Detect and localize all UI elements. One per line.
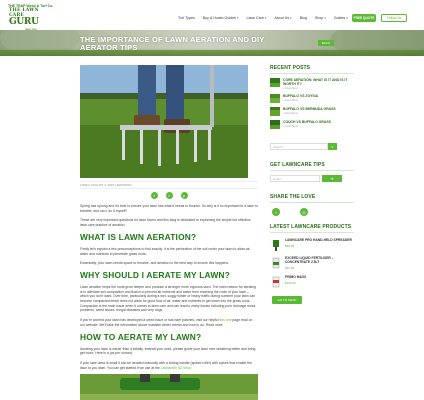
read-more-link[interactable]: » Read More	[283, 87, 354, 90]
page-title: THE IMPORTANCE OF LAWN AERATION AND DIY …	[80, 35, 265, 52]
product-item[interactable]: EXCEED LIQUID FERTILISER – CONCENTRATE 2…	[270, 256, 354, 270]
article-paragraph: Spring has sprung and it's time to ensur…	[80, 204, 258, 213]
hero-banner: THE IMPORTANCE OF LAWN AERATION AND DIY …	[0, 30, 424, 56]
search-icon[interactable]: ⌕	[328, 143, 337, 150]
article-paragraph: If you're worried your lawn has develope…	[80, 318, 253, 327]
product-thumbnail	[273, 240, 279, 251]
section-heading: WHY SHOULD I AERATE MY LAWN?	[80, 269, 230, 280]
nav-item-shop[interactable]: Shop▾	[315, 16, 326, 20]
article: LAWN | AUGUST 4, 2022 | AERATION f t p S…	[80, 65, 258, 400]
free-quote-button[interactable]: FREE QUOTE	[352, 14, 376, 22]
product-item[interactable]: PRIMO MAXX $169.00	[270, 275, 354, 288]
nav-item-guides[interactable]: Buy & Howto Guides▾	[203, 16, 239, 20]
arrow-right-icon: ➜	[330, 176, 334, 181]
logo-line-2: GURU	[9, 17, 39, 27]
divider	[270, 202, 354, 203]
divider	[270, 170, 354, 171]
article-link[interactable]: Lawnsmith NZ shop.	[161, 366, 192, 370]
newsletter-form: Email ➜	[270, 175, 354, 182]
post-thumbnail	[270, 120, 280, 129]
subscribe-button[interactable]: ➜	[322, 175, 342, 182]
chevron-down-icon: ▾	[290, 16, 292, 20]
article-second-image	[80, 374, 258, 400]
read-more-link[interactable]: » Read More	[283, 125, 331, 128]
follow-us-button[interactable]: Follow Us	[381, 14, 407, 22]
section-heading: HOW TO AERATE MY LAWN?	[80, 331, 202, 342]
chevron-down-icon: ▾	[346, 16, 348, 20]
social-links: f ◎	[270, 208, 354, 216]
article-paragraph: These are very important questions for l…	[80, 218, 251, 228]
divider	[270, 73, 354, 74]
section-heading: WHAT IS LAWN AERATION?	[80, 231, 197, 242]
main-nav: Turf Types Buy & Howto Guides▾ Lawn Care…	[178, 16, 348, 20]
divider	[270, 232, 354, 233]
chevron-down-icon: ▾	[264, 16, 267, 20]
recent-post-item[interactable]: CORE AERATION: WHAT IS IT AND IS IT WORT…	[270, 78, 354, 90]
post-thumbnail	[270, 78, 280, 87]
article-link[interactable]: this one	[220, 318, 232, 322]
product-item[interactable]: LAWNCARE PRO HAND-HELD SPREADER $39.95	[270, 238, 354, 251]
instagram-icon[interactable]: ◎	[300, 208, 308, 216]
nav-item-turf-types[interactable]: Turf Types	[178, 16, 195, 20]
article-paragraph: If your lawn area is small it can be aer…	[80, 360, 252, 370]
read-more-link[interactable]: » Read More	[283, 112, 336, 115]
product-thumbnail	[272, 257, 280, 269]
share-bar: f t p	[80, 192, 258, 199]
site-logo[interactable]: THE LAWN CARE GURU lawn tips	[9, 8, 53, 31]
post-thumbnail	[270, 94, 280, 103]
post-thumbnail	[270, 107, 280, 116]
article-paragraph: Lawn aeration helps the roots grow deepe…	[80, 284, 256, 313]
sidebar: RECENT POSTS CORE AERATION: WHAT IS IT A…	[270, 65, 354, 304]
pinterest-icon[interactable]: p	[180, 192, 188, 199]
product-price: $169.00	[285, 280, 296, 285]
go-to-shop-button[interactable]: GO TO SHOP	[272, 295, 302, 304]
read-more-link[interactable]: » Read More	[283, 99, 318, 102]
nav-item-lawn-care[interactable]: Lawn Care▾	[246, 16, 266, 20]
article-meta: LAWN | AUGUST 4, 2022 | AERATION	[80, 181, 258, 189]
product-price: $49.95	[285, 265, 295, 270]
nav-item-about[interactable]: About Us▾	[274, 16, 291, 20]
products-heading: LATEST LAWNCARE PRODUCTS	[270, 224, 352, 230]
recent-post-item[interactable]: BUFFALO VS BERMUDA GRASS» Read More	[270, 107, 354, 116]
chevron-down-icon: ▾	[324, 16, 326, 20]
article-paragraph: Aerating your lawn is easier than it ini…	[80, 346, 256, 356]
back-button[interactable]: BACK	[318, 40, 334, 46]
chevron-down-icon: ▾	[236, 16, 239, 20]
recent-post-item[interactable]: COUCH VS BUFFALO GRASS» Read More	[270, 120, 354, 129]
article-hero-image	[80, 65, 248, 178]
facebook-icon[interactable]: f	[150, 192, 158, 199]
share-love-heading: SHARE THE LOVE	[270, 194, 316, 200]
search-form: Search... ⌕	[270, 143, 354, 150]
article-paragraph: Firstly let's explain a few preconceptio…	[80, 246, 251, 256]
twitter-icon[interactable]: t	[165, 192, 173, 199]
recent-posts-heading: RECENT POSTS	[270, 65, 311, 71]
search-input[interactable]: Search...	[270, 143, 328, 150]
product-thumbnail	[272, 276, 280, 288]
tips-heading: GET LAWNCARE TIPS	[270, 162, 325, 168]
recent-post-item[interactable]: BUFFALO VS ZOYSIA» Read More	[270, 94, 354, 103]
product-price: $39.95	[285, 243, 295, 248]
nav-item-blog[interactable]: Blog	[300, 16, 307, 20]
facebook-icon[interactable]: f	[272, 208, 280, 216]
nav-item-more-guides[interactable]: Guides▾	[334, 16, 348, 20]
article-paragraph: Essentially, your lawn needs space to br…	[80, 261, 230, 266]
email-field[interactable]: Email	[270, 175, 320, 182]
